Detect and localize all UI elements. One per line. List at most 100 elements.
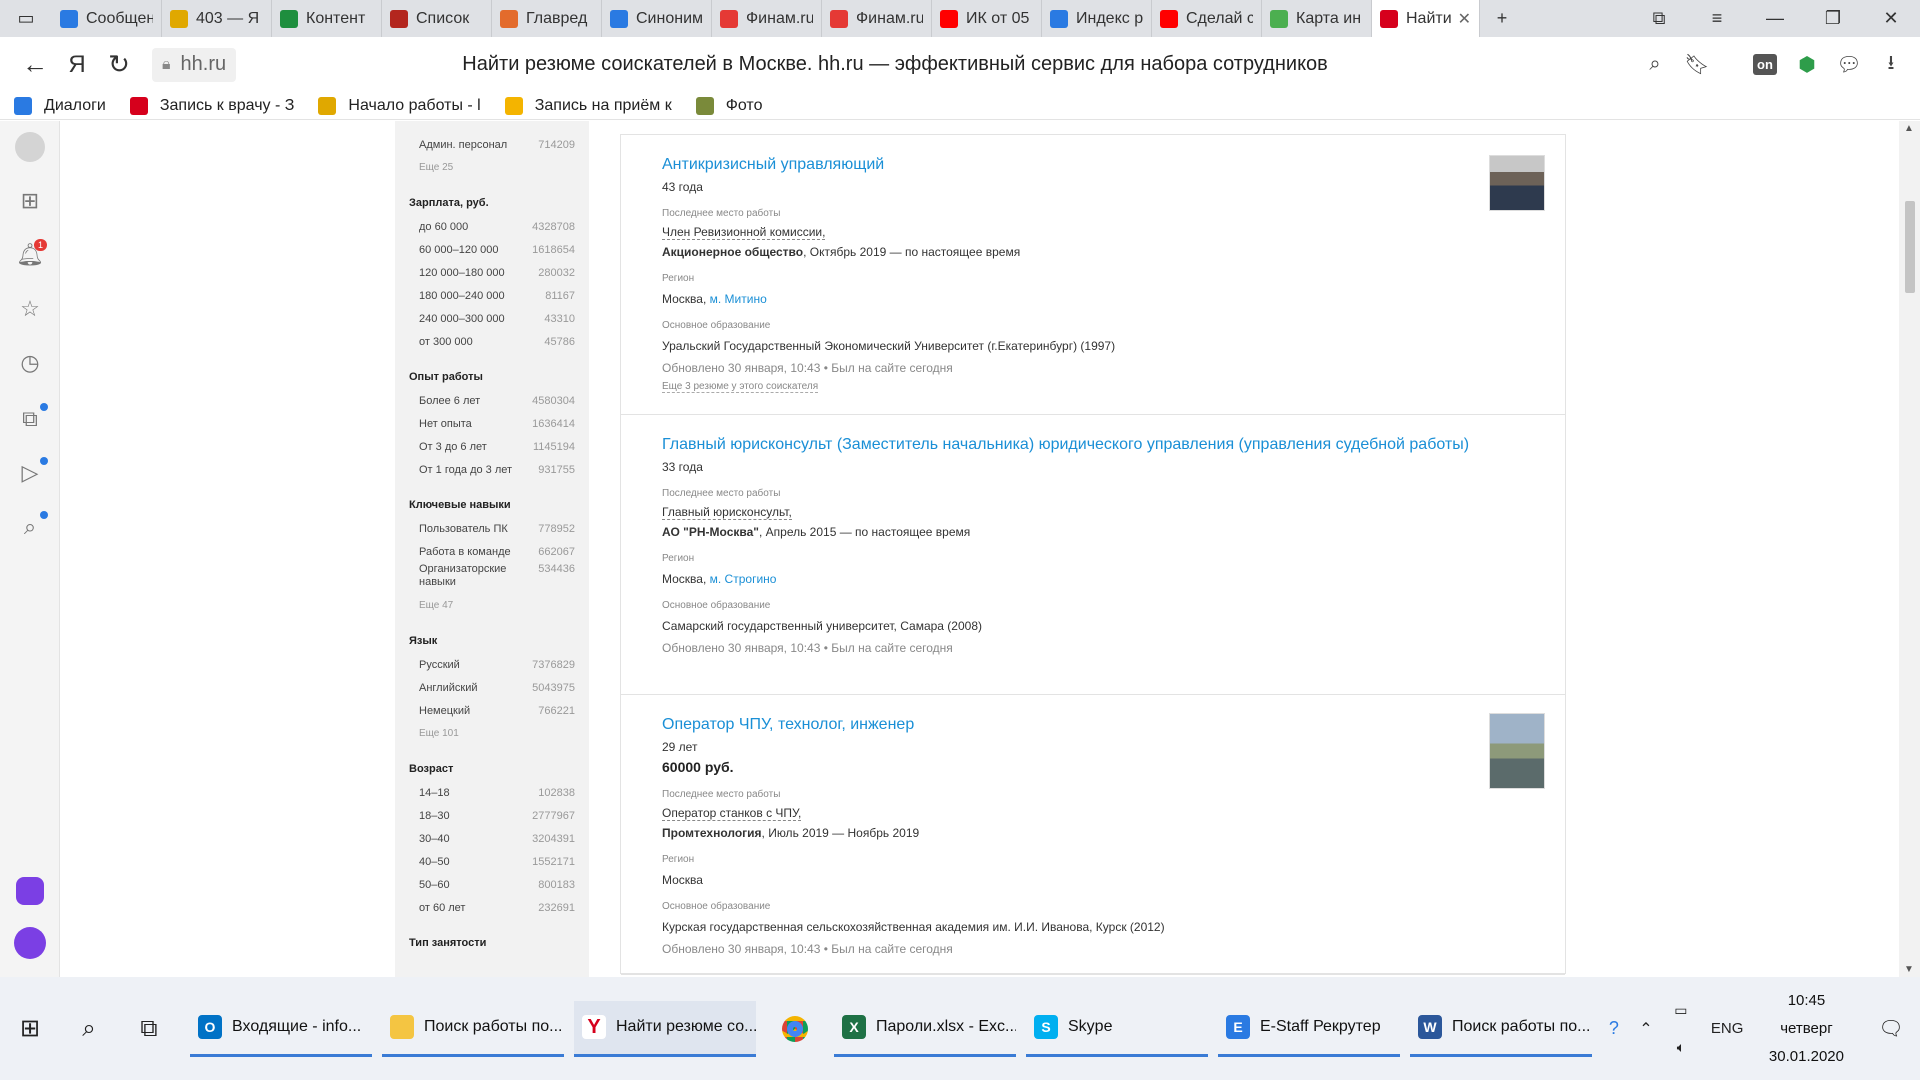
close-tab-icon[interactable]: ✕ (1458, 9, 1471, 29)
taskbar-app[interactable]: S Skype (1026, 1001, 1208, 1057)
browser-tab[interactable]: Карта ин (1262, 0, 1372, 37)
page-scrollbar[interactable]: ▲ ▼ (1899, 121, 1920, 977)
taskbar-app[interactable]: X Пароли.xlsx - Exc... (834, 1001, 1016, 1057)
bookmark-item[interactable]: Начало работы - l (318, 96, 481, 115)
browser-tab[interactable]: Список (382, 0, 492, 37)
filter-row[interactable]: Нет опыта 1636414 (409, 412, 575, 435)
filter-row[interactable]: 180 000–240 000 81167 (409, 284, 575, 307)
browser-tab[interactable]: Найти ✕ (1372, 0, 1480, 37)
task-view-icon[interactable]: ⧉ (118, 1001, 180, 1057)
filter-row[interactable]: от 300 000 45786 (409, 330, 575, 353)
more-resumes-link[interactable]: Еще 3 резюме у этого соискателя (662, 381, 819, 393)
filter-row[interactable]: Пользователь ПК 778952 (409, 517, 575, 540)
filter-row[interactable]: Английский 5043975 (409, 676, 575, 699)
filter-row[interactable]: до 60 000 4328708 (409, 215, 575, 238)
minimize-button[interactable]: — (1746, 0, 1804, 37)
browser-tab[interactable]: Синоним (602, 0, 712, 37)
browser-tab[interactable]: Индекс р (1042, 0, 1152, 37)
scrollbar-thumb[interactable] (1905, 201, 1915, 293)
profile-avatar-icon[interactable] (14, 131, 46, 163)
filter-row[interactable]: 40–50 1552171 (409, 850, 575, 873)
bookmark-item[interactable]: Диалоги (14, 96, 106, 115)
browser-tab[interactable]: Сообщения (52, 0, 162, 37)
browser-tab[interactable]: ИК от 05 (932, 0, 1042, 37)
bookmark-item[interactable]: Запись к врачу - З (129, 96, 294, 115)
services-grid-icon[interactable]: ⊞ (14, 185, 46, 217)
filter-row[interactable]: 120 000–180 000 280032 (409, 261, 575, 284)
volume-icon[interactable]: 🔈︎ (1677, 1039, 1685, 1056)
browser-tab[interactable]: Финам.ru (712, 0, 822, 37)
last-position[interactable]: Член Ревизионной комиссии, (662, 225, 826, 240)
notification-center-icon[interactable]: 🗨︎ (1862, 1001, 1920, 1057)
filter-row[interactable]: 50–60 800183 (409, 873, 575, 896)
candidate-photo[interactable] (1489, 155, 1545, 211)
collections-icon[interactable]: ⧉ (14, 403, 48, 435)
bookmark-item[interactable]: Запись на приём к (504, 96, 672, 115)
filter-row[interactable]: от 60 лет 232691 (409, 896, 575, 919)
history-clock-icon[interactable]: ◷ (14, 347, 46, 379)
filter-row[interactable]: Немецкий 766221 (409, 699, 575, 722)
start-windows-icon[interactable]: ⊞ (0, 1001, 60, 1057)
filter-row[interactable]: Организаторские навыки 534436 (409, 563, 575, 594)
url-field[interactable]: 🔒︎ hh.ru (152, 47, 237, 82)
back-button[interactable]: ← (14, 44, 56, 86)
filter-more-link[interactable]: Еще 47 (409, 594, 575, 617)
taskbar-app[interactable]: Y Найти резюме со... (574, 1000, 756, 1057)
filter-row[interactable]: 60 000–120 000 1618654 (409, 238, 575, 261)
language-indicator[interactable]: ENG (1711, 1020, 1751, 1037)
menu-icon[interactable]: ≡ (1688, 0, 1746, 37)
help-icon[interactable]: ? (1597, 1001, 1631, 1057)
bookmark-manager-icon[interactable]: ⧉ (1630, 0, 1688, 37)
last-position[interactable]: Оператор станков с ЧПУ, (662, 806, 802, 821)
restore-button[interactable]: ❐ (1804, 0, 1862, 37)
taskbar-app[interactable]: E E-Staff Рекрутер (1218, 1001, 1400, 1057)
candidate-photo[interactable] (1489, 713, 1545, 789)
chrome-icon[interactable] (766, 1001, 824, 1057)
bookmark-item[interactable]: Фото (695, 96, 762, 115)
scroll-down-arrow-icon[interactable]: ▼ (1904, 964, 1914, 975)
notifications-bell-icon[interactable]: 🔔︎ 1 (14, 239, 48, 271)
filter-row[interactable]: От 1 года до 3 лет 931755 (409, 458, 575, 481)
feedback-icon[interactable]: 💬︎ (1828, 44, 1870, 86)
filter-row[interactable]: От 3 до 6 лет 1145194 (409, 435, 575, 458)
filter-row[interactable]: Админ. персонал 714209 (409, 133, 575, 156)
browser-tab[interactable]: 403 — Я (162, 0, 272, 37)
yandex-home-button[interactable]: Я (56, 44, 98, 86)
filter-row[interactable]: Русский 7376829 (409, 653, 575, 676)
filter-more-link[interactable]: Еще 101 (409, 722, 575, 745)
filter-row[interactable]: 30–40 3204391 (409, 827, 575, 850)
reload-button[interactable]: ↻ (98, 44, 140, 86)
tray-chevron-up-icon[interactable]: ⌃ (1631, 1001, 1661, 1057)
filter-row[interactable]: Работа в команде 662067 (409, 540, 575, 563)
taskbar-app[interactable]: Поиск работы по... (382, 1001, 564, 1057)
filter-row[interactable]: 14–18 102838 (409, 781, 575, 804)
close-window-button[interactable]: ✕ (1862, 0, 1920, 37)
extension-on-icon[interactable]: on (1744, 44, 1786, 86)
browser-tab[interactable]: Главред (492, 0, 602, 37)
search-page-icon[interactable]: ⌕ (14, 511, 48, 543)
taskbar-app[interactable]: W Поиск работы по... (1410, 1001, 1592, 1057)
search-icon[interactable]: ⌕ (60, 1001, 118, 1057)
resume-title-link[interactable]: Антикризисный управляющий (662, 155, 1472, 175)
video-play-icon[interactable]: ▷ (14, 457, 48, 489)
alice-assistant-icon[interactable] (14, 927, 46, 959)
resume-title-link[interactable]: Главный юрисконсульт (Заместитель началь… (662, 435, 1472, 455)
taskbar-app[interactable]: O Входящие - info... (190, 1001, 372, 1057)
tabs-panel-icon[interactable]: ▭ (0, 0, 52, 37)
browser-tab[interactable]: Сделай с (1152, 0, 1262, 37)
bookmark-icon[interactable]: 🔖︎ (1676, 44, 1718, 86)
messenger-icon[interactable] (14, 875, 46, 907)
filter-row[interactable]: 240 000–300 000 43310 (409, 307, 575, 330)
filter-row[interactable]: Более 6 лет 4580304 (409, 389, 575, 412)
extension-green-icon[interactable]: ⬢ (1786, 44, 1828, 86)
filter-row[interactable]: 18–30 2777967 (409, 804, 575, 827)
filter-more-link[interactable]: Еще 25 (409, 156, 575, 179)
new-tab-button[interactable]: + (1480, 0, 1524, 37)
search-icon[interactable]: ⌕ (1634, 44, 1676, 86)
last-position[interactable]: Главный юрисконсульт, (662, 505, 792, 520)
scroll-up-arrow-icon[interactable]: ▲ (1904, 123, 1914, 134)
browser-tab[interactable]: Контент (272, 0, 382, 37)
battery-icon[interactable]: ▭ (1674, 1002, 1687, 1019)
clock[interactable]: 10:45 четверг 30.01.2020 (1769, 987, 1844, 1071)
resume-title-link[interactable]: Оператор ЧПУ, технолог, инженер (662, 715, 1472, 735)
